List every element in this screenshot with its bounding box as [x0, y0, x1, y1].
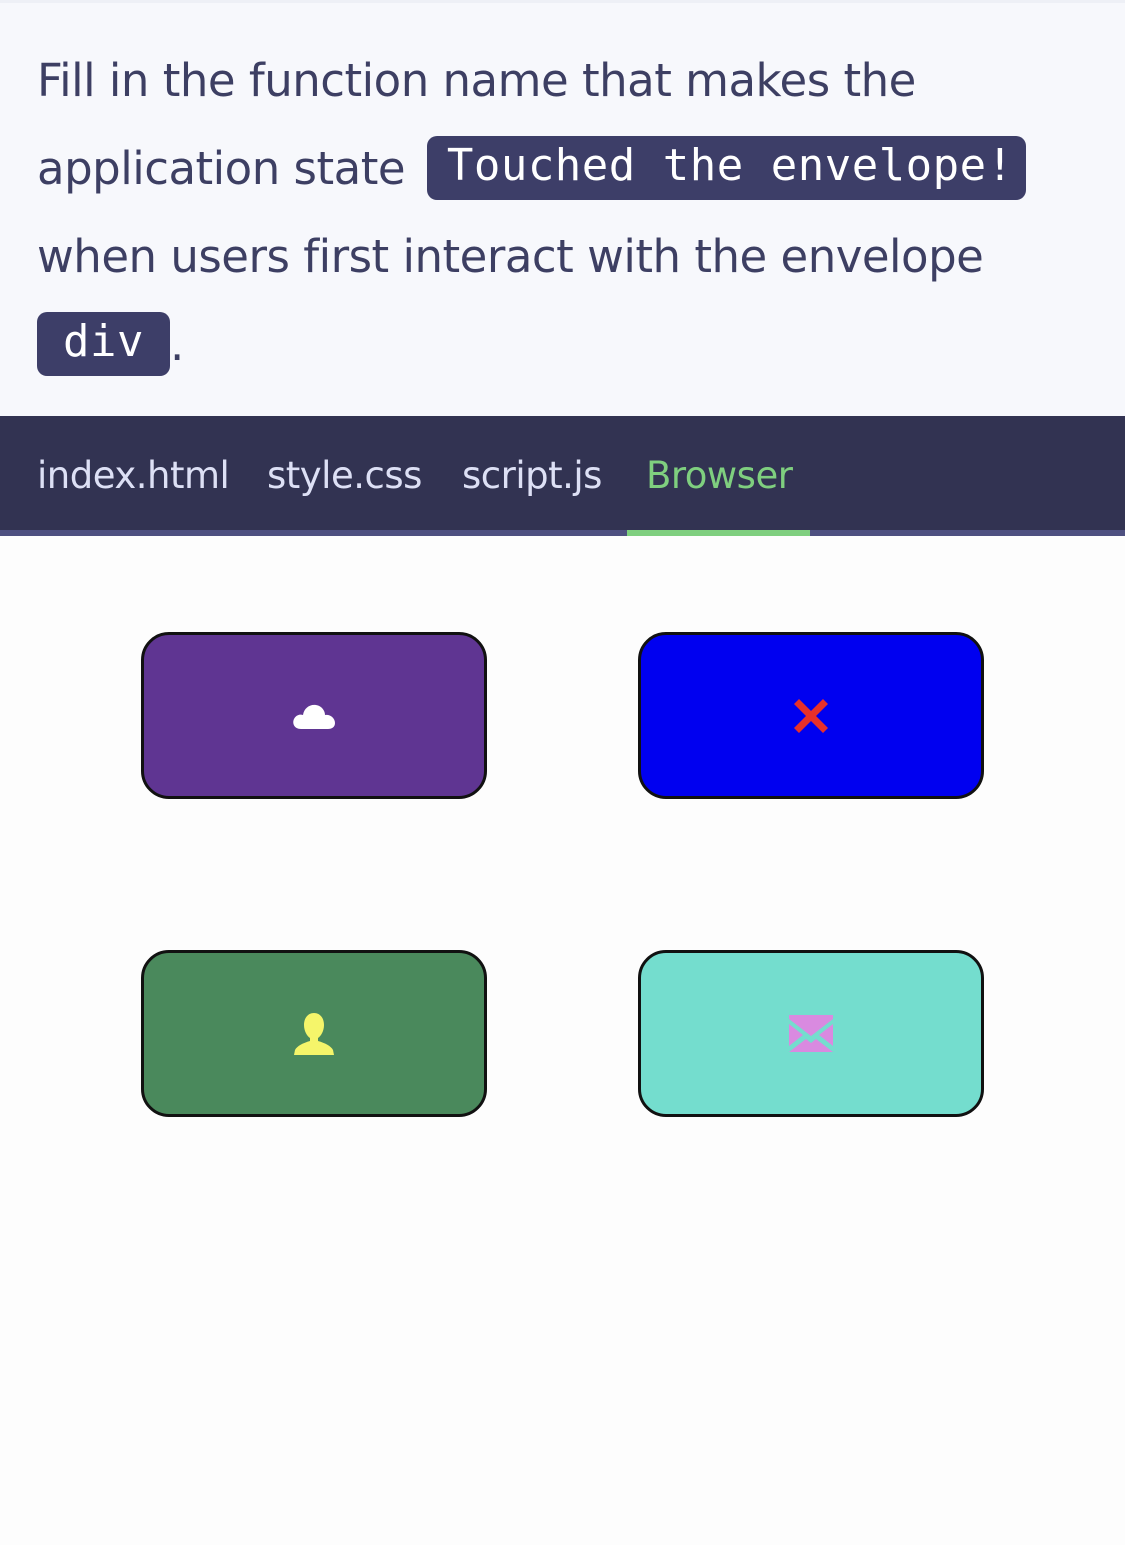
code-state-snippet: Touched the envelope!	[426, 136, 1026, 200]
question-text-part2: when users first interact with the envel…	[37, 230, 984, 283]
code-element-snippet: div	[37, 312, 170, 376]
envelope-card[interactable]	[638, 950, 984, 1117]
tab-browser[interactable]: Browser	[646, 416, 793, 530]
person-card[interactable]	[141, 950, 487, 1117]
x-icon	[794, 698, 828, 733]
question-text-end: .	[169, 318, 184, 371]
browser-preview	[0, 536, 1125, 1545]
question-text: Fill in the function name that makes the…	[37, 37, 1089, 389]
person-icon	[294, 1012, 334, 1055]
question-panel: Fill in the function name that makes the…	[0, 0, 1125, 416]
cloud-card[interactable]	[141, 632, 487, 799]
tab-index-html[interactable]: index.html	[37, 416, 230, 530]
cloud-icon	[293, 704, 335, 729]
envelope-icon	[789, 1014, 833, 1052]
file-tab-bar: index.html style.css script.js Browser	[0, 416, 1125, 536]
tab-style-css[interactable]: style.css	[267, 416, 422, 530]
tab-script-js[interactable]: script.js	[462, 416, 602, 530]
x-card[interactable]	[638, 632, 984, 799]
